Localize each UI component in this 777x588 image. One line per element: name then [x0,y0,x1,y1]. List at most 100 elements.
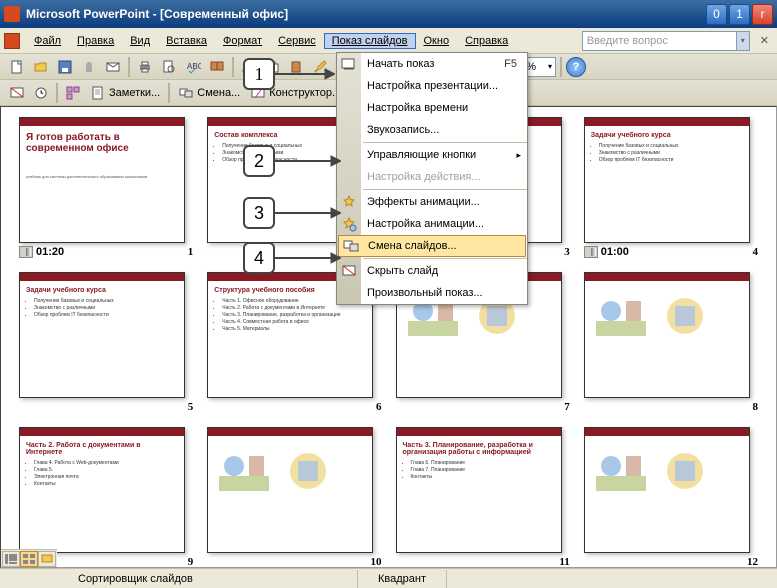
ask-dropdown[interactable]: ▾ [737,31,750,51]
menu-window[interactable]: Окно [416,33,458,49]
dd-rehearse[interactable]: Настройка времени [337,97,527,119]
menu-slideshow[interactable]: Показ слайдов [324,33,416,49]
slide-cell[interactable]: Я готов работать в современном офисеучеб… [19,117,193,258]
menubar: Файл Правка Вид Вставка Формат Сервис По… [0,28,777,54]
spell-icon[interactable]: ABC [182,56,204,78]
menu-file[interactable]: Файл [26,33,69,49]
slide-number: 11 [559,556,569,567]
slide-number: 3 [564,246,570,258]
titlebar: Microsoft PowerPoint - [Современный офис… [0,0,777,28]
dd-custom[interactable]: Произвольный показ... [337,282,527,304]
slide-thumb[interactable]: Задачи учебного курсаПолучение базовых и… [584,117,750,243]
close-button[interactable]: r [752,4,773,25]
menu-help[interactable]: Справка [457,33,516,49]
view-buttons [1,549,57,567]
notes-button[interactable]: Заметки... [86,82,164,104]
dd-animsetup[interactable]: Настройка анимации... [337,213,527,235]
window-title: Microsoft PowerPoint - [Современный офис… [26,7,706,21]
transition-indicator-icon [584,246,598,258]
slideshow-view-button[interactable] [38,551,56,567]
slide-info: 01:00 4 [584,246,758,258]
doc-close-button[interactable]: ✕ [756,34,773,47]
summary-icon[interactable] [62,82,84,104]
maximize-button[interactable]: 1 [729,4,750,25]
slide-thumb[interactable]: Часть 3. Планирование, разработка и орга… [396,427,562,553]
slide-info: 11 [396,556,570,567]
slide-thumb[interactable] [584,272,750,398]
transition-icon [343,238,359,254]
slide-thumb[interactable]: Я готов работать в современном офисеучеб… [19,117,185,243]
slide-cell[interactable]: Задачи учебного курсаПолучение базовых и… [584,117,758,258]
callout-1: 1 [243,58,275,90]
callout-3: 3 [243,197,275,229]
slide-number: 8 [753,401,759,413]
statusbar: Сортировщик слайдов Квадрант [0,568,777,588]
print-icon[interactable] [134,56,156,78]
slideshow-dropdown: Начать показF5 Настройка презентации... … [336,52,528,305]
app-icon [4,6,20,22]
research-icon[interactable] [206,56,228,78]
help-icon[interactable]: ? [566,57,586,77]
slide-cell[interactable]: Часть 3. Планирование, разработка и орга… [396,427,570,567]
menu-insert[interactable]: Вставка [158,33,215,49]
anim-icon [341,216,357,232]
status-template: Квадрант [358,570,447,588]
slide-cell[interactable]: Часть 2. Работа с документами в Интернет… [19,427,193,567]
normal-view-button[interactable] [2,551,20,567]
slide-thumb[interactable]: Часть 2. Работа с документами в Интернет… [19,427,185,553]
slide-number: 4 [753,246,759,258]
slide-info: 7 [396,401,570,413]
callout-2: 2 [243,145,275,177]
rehearse-icon[interactable] [30,82,52,104]
menu-tools[interactable]: Сервис [270,33,324,49]
save-icon[interactable] [54,56,76,78]
dd-record[interactable]: Звукозапись... [337,119,527,141]
minimize-button[interactable]: 0 [706,4,727,25]
slide-number: 7 [564,401,570,413]
slide-cell[interactable]: 8 [584,272,758,413]
sorter-view-button[interactable] [20,551,38,567]
menu-view[interactable]: Вид [122,33,158,49]
menu-edit[interactable]: Правка [69,33,122,49]
slide-cell[interactable]: 12 [584,427,758,567]
preview-icon[interactable] [158,56,180,78]
star-icon [341,194,357,210]
doc-icon[interactable] [4,33,20,49]
dd-setup[interactable]: Настройка презентации... [337,75,527,97]
slide-thumb[interactable] [207,427,373,553]
dd-actionbuttons[interactable]: Управляющие кнопки▸ [337,144,527,166]
dd-animfx[interactable]: Эффекты анимации... [337,191,527,213]
ask-input[interactable]: Введите вопрос [582,31,737,51]
new-icon[interactable] [6,56,28,78]
menu-format[interactable]: Формат [215,33,270,49]
slide-number: 9 [188,556,194,567]
callout-4: 4 [243,242,275,274]
hide-icon [341,263,357,279]
hide-slide-icon[interactable] [6,82,28,104]
open-icon[interactable] [30,56,52,78]
email-icon[interactable] [102,56,124,78]
slide-number: 6 [376,401,382,413]
transition-indicator-icon [19,246,33,258]
slide-thumb[interactable]: Задачи учебного курсаПолучение базовых и… [19,272,185,398]
dd-transition[interactable]: Смена слайдов... [338,235,526,257]
play-icon [341,56,357,72]
slide-number: 1 [188,246,194,258]
slide-info: 8 [584,401,758,413]
slide-cell[interactable]: Задачи учебного курсаПолучение базовых и… [19,272,193,413]
dd-hide[interactable]: Скрыть слайд [337,260,527,282]
slide-info: 5 [19,401,193,413]
slide-info: 12 [584,556,758,567]
slide-number: 10 [371,556,382,567]
status-mode: Сортировщик слайдов [58,570,358,588]
permission-icon[interactable] [78,56,100,78]
slide-info: 6 [207,401,381,413]
dd-start[interactable]: Начать показF5 [337,53,527,75]
slide-info: 10 [207,556,381,567]
slide-cell[interactable]: 10 [207,427,381,567]
dd-actionsettings: Настройка действия... [337,166,527,188]
slide-thumb[interactable] [584,427,750,553]
slide-number: 12 [747,556,758,567]
slide-info: 01:20 1 [19,246,193,258]
transition-button[interactable]: Смена... [174,82,244,104]
